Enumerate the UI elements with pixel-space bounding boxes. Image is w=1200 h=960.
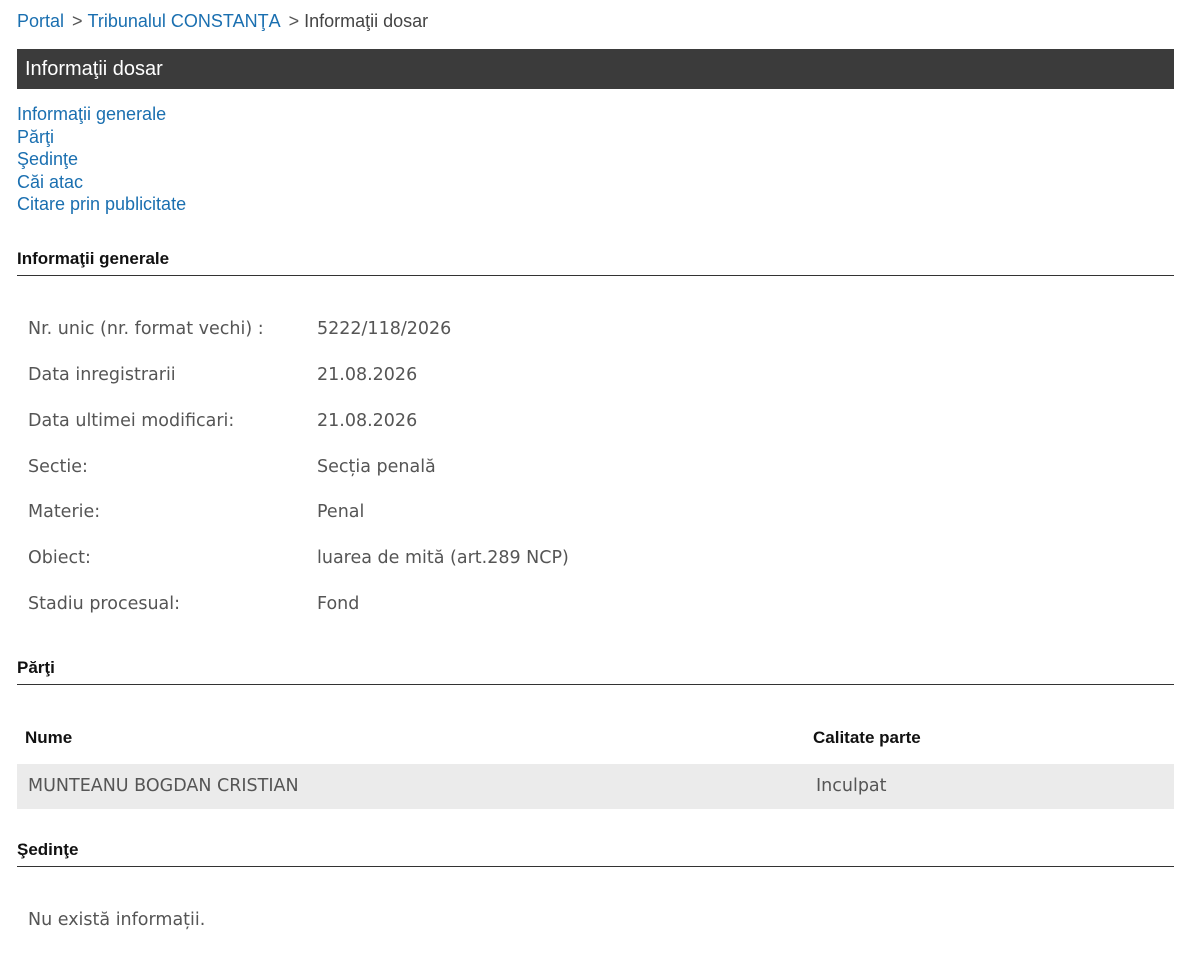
breadcrumb-current: Informaţii dosar bbox=[304, 11, 429, 31]
column-header-nume: Nume bbox=[25, 728, 73, 747]
nav-link-citare-prin-publicitate[interactable]: Citare prin publicitate bbox=[17, 193, 186, 216]
info-value: Fond bbox=[317, 594, 360, 614]
nav-link-informatii-generale[interactable]: Informaţii generale bbox=[17, 103, 186, 126]
info-label: Sectie: bbox=[28, 457, 88, 477]
section-heading-informatii-generale: Informaţii generale bbox=[17, 249, 1174, 276]
section-heading-text: Părţi bbox=[17, 658, 55, 677]
breadcrumb-court-link[interactable]: Tribunalul CONSTANŢA bbox=[88, 11, 281, 31]
info-row-nr-unic: Nr. unic (nr. format vechi) : 5222/118/2… bbox=[28, 319, 1168, 343]
table-row: MUNTEANU BOGDAN CRISTIAN Inculpat bbox=[17, 764, 1174, 809]
breadcrumb-separator: > bbox=[72, 11, 83, 31]
breadcrumb: Portal > Tribunalul CONSTANŢA > Informaţii d… bbox=[17, 11, 428, 32]
section-heading-parti: Părţi bbox=[17, 658, 1174, 685]
breadcrumb-portal-link[interactable]: Portal bbox=[17, 11, 64, 31]
info-label: Data ultimei modificari: bbox=[28, 411, 235, 431]
info-value: 21.08.2026 bbox=[317, 365, 418, 385]
page-title: Informaţii dosar bbox=[25, 58, 163, 80]
breadcrumb-separator: > bbox=[288, 11, 300, 31]
info-value: luarea de mită (art.289 NCP) bbox=[317, 548, 569, 568]
section-heading-text: Şedinţe bbox=[17, 840, 79, 859]
nav-link-cai-atac[interactable]: Căi atac bbox=[17, 171, 186, 194]
nav-link-sedinte[interactable]: Şedinţe bbox=[17, 148, 186, 171]
info-label: Data inregistrarii bbox=[28, 365, 176, 385]
info-value: Secția penală bbox=[317, 457, 436, 477]
info-label: Nr. unic (nr. format vechi) : bbox=[28, 319, 264, 339]
info-row-data-inregistrarii: Data inregistrarii 21.08.2026 bbox=[28, 365, 1168, 389]
info-row-data-ultimei-modificari: Data ultimei modificari: 21.08.2026 bbox=[28, 411, 1168, 435]
nav-link-parti[interactable]: Părţi bbox=[17, 126, 186, 149]
info-label: Stadiu procesual: bbox=[28, 594, 181, 614]
info-row-stadiu-procesual: Stadiu procesual: Fond bbox=[28, 594, 1168, 618]
info-value: Penal bbox=[317, 502, 365, 522]
info-value: 5222/118/2026 bbox=[317, 319, 452, 339]
section-nav: Informaţii generale Părţi Şedinţe Căi at… bbox=[17, 103, 186, 216]
parti-table-header: Nume Calitate parte bbox=[25, 728, 1174, 752]
column-header-calitate-parte: Calitate parte bbox=[813, 728, 921, 747]
party-name: MUNTEANU BOGDAN CRISTIAN bbox=[28, 776, 299, 796]
info-row-materie: Materie: Penal bbox=[28, 502, 1168, 526]
page-title-bar: Informaţii dosar bbox=[17, 49, 1174, 89]
info-row-obiect: Obiect: luarea de mită (art.289 NCP) bbox=[28, 548, 1168, 572]
info-row-sectie: Sectie: Secția penală bbox=[28, 457, 1168, 481]
section-heading-text: Informaţii generale bbox=[17, 249, 170, 268]
info-label: Materie: bbox=[28, 502, 101, 522]
party-role: Inculpat bbox=[816, 776, 887, 796]
info-value: 21.08.2026 bbox=[317, 411, 418, 431]
info-label: Obiect: bbox=[28, 548, 91, 568]
sedinte-empty-message: Nu există informații. bbox=[28, 910, 206, 930]
section-heading-sedinte: Şedinţe bbox=[17, 840, 1174, 867]
